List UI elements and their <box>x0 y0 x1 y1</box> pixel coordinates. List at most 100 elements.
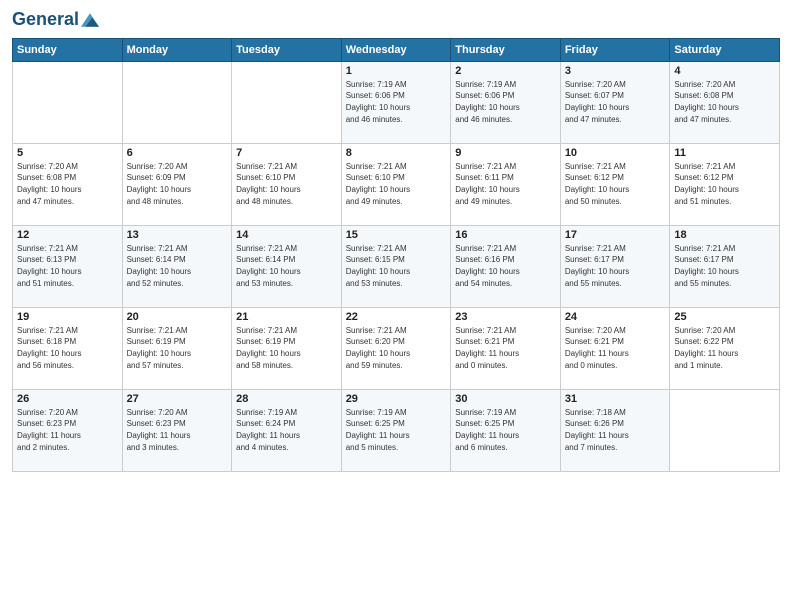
calendar-cell: 16 Sunrise: 7:21 AM Sunset: 6:16 PM Dayli… <box>451 225 561 307</box>
calendar-cell: 2Sunrise: 7:19 AM Sunset: 6:06 PM Daylig… <box>451 61 561 143</box>
calendar-week-1: 1 Sunrise: 7:19 AM Sunset: 6:06 PM Daylig… <box>13 61 780 143</box>
day-info: Sunrise: 7:21 AM Sunset: 6:19 PM Dayligh… <box>236 325 337 371</box>
day-info: Sunrise: 7:21 AM Sunset: 6:18 PM Dayligh… <box>17 325 118 371</box>
day-number: 1 <box>346 65 447 77</box>
calendar-table: SundayMondayTuesdayWednesdayThursdayFrid… <box>12 38 780 472</box>
calendar-cell: 20 Sunrise: 7:21 AM Sunset: 6:19 PM Dayli… <box>122 307 232 389</box>
day-info: Sunrise: 7:20 AM Sunset: 6:21 PM Dayligh… <box>565 325 666 371</box>
column-header-wednesday: Wednesday <box>341 38 451 61</box>
calendar-cell: 21Sunrise: 7:21 AM Sunset: 6:19 PM Dayli… <box>232 307 342 389</box>
calendar-cell: 4 Sunrise: 7:20 AM Sunset: 6:08 PM Daylig… <box>670 61 780 143</box>
calendar-cell: 8 Sunrise: 7:21 AM Sunset: 6:10 PM Daylig… <box>341 143 451 225</box>
day-info: Sunrise: 7:20 AM Sunset: 6:09 PM Dayligh… <box>127 161 228 207</box>
calendar-cell: 5 Sunrise: 7:20 AM Sunset: 6:08 PM Daylig… <box>13 143 123 225</box>
day-info: Sunrise: 7:19 AM Sunset: 6:25 PM Dayligh… <box>455 407 556 453</box>
calendar-cell: 19 Sunrise: 7:21 AM Sunset: 6:18 PM Dayli… <box>13 307 123 389</box>
calendar-cell: 6 Sunrise: 7:20 AM Sunset: 6:09 PM Daylig… <box>122 143 232 225</box>
day-number: 3 <box>565 65 666 77</box>
day-number: 23 <box>455 311 556 323</box>
day-number: 29 <box>346 393 447 405</box>
day-number: 11 <box>674 147 775 159</box>
calendar-cell <box>122 61 232 143</box>
day-info: Sunrise: 7:21 AM Sunset: 6:17 PM Dayligh… <box>674 243 775 289</box>
calendar-cell: 1 Sunrise: 7:19 AM Sunset: 6:06 PM Daylig… <box>341 61 451 143</box>
column-header-tuesday: Tuesday <box>232 38 342 61</box>
calendar-cell: 7 Sunrise: 7:21 AM Sunset: 6:10 PM Daylig… <box>232 143 342 225</box>
day-info: Sunrise: 7:19 AM Sunset: 6:06 PM Dayligh… <box>346 79 447 125</box>
logo: General <box>12 10 99 30</box>
page-header: General <box>12 10 780 30</box>
calendar-cell: 26Sunrise: 7:20 AM Sunset: 6:23 PM Dayli… <box>13 389 123 471</box>
calendar-cell: 22 Sunrise: 7:21 AM Sunset: 6:20 PM Dayli… <box>341 307 451 389</box>
day-number: 5 <box>17 147 118 159</box>
day-number: 20 <box>127 311 228 323</box>
calendar-cell <box>670 389 780 471</box>
calendar-cell: 14Sunrise: 7:21 AM Sunset: 6:14 PM Dayli… <box>232 225 342 307</box>
calendar-week-4: 19 Sunrise: 7:21 AM Sunset: 6:18 PM Dayli… <box>13 307 780 389</box>
day-number: 12 <box>17 229 118 241</box>
calendar-week-3: 12 Sunrise: 7:21 AM Sunset: 6:13 PM Dayli… <box>13 225 780 307</box>
calendar-cell: 10 Sunrise: 7:21 AM Sunset: 6:12 PM Dayli… <box>560 143 670 225</box>
day-number: 10 <box>565 147 666 159</box>
page-container: General SundayMondayTuesdayWednesdayThur… <box>0 0 792 480</box>
calendar-cell <box>232 61 342 143</box>
day-info: Sunrise: 7:21 AM Sunset: 6:12 PM Dayligh… <box>565 161 666 207</box>
calendar-cell: 15 Sunrise: 7:21 AM Sunset: 6:15 PM Dayli… <box>341 225 451 307</box>
day-info: Sunrise: 7:21 AM Sunset: 6:15 PM Dayligh… <box>346 243 447 289</box>
day-number: 28 <box>236 393 337 405</box>
day-number: 2 <box>455 65 556 77</box>
calendar-cell: 13 Sunrise: 7:21 AM Sunset: 6:14 PM Dayli… <box>122 225 232 307</box>
day-info: Sunrise: 7:21 AM Sunset: 6:10 PM Dayligh… <box>346 161 447 207</box>
day-info: Sunrise: 7:21 AM Sunset: 6:19 PM Dayligh… <box>127 325 228 371</box>
column-header-thursday: Thursday <box>451 38 561 61</box>
calendar-cell: 23 Sunrise: 7:21 AM Sunset: 6:21 PM Dayli… <box>451 307 561 389</box>
day-number: 31 <box>565 393 666 405</box>
day-info: Sunrise: 7:21 AM Sunset: 6:13 PM Dayligh… <box>17 243 118 289</box>
day-info: Sunrise: 7:21 AM Sunset: 6:12 PM Dayligh… <box>674 161 775 207</box>
calendar-cell: 30Sunrise: 7:19 AM Sunset: 6:25 PM Dayli… <box>451 389 561 471</box>
calendar-cell: 17Sunrise: 7:21 AM Sunset: 6:17 PM Dayli… <box>560 225 670 307</box>
calendar-cell: 9 Sunrise: 7:21 AM Sunset: 6:11 PM Daylig… <box>451 143 561 225</box>
calendar-cell: 31Sunrise: 7:18 AM Sunset: 6:26 PM Dayli… <box>560 389 670 471</box>
calendar-cell: 12 Sunrise: 7:21 AM Sunset: 6:13 PM Dayli… <box>13 225 123 307</box>
day-info: Sunrise: 7:21 AM Sunset: 6:20 PM Dayligh… <box>346 325 447 371</box>
day-number: 4 <box>674 65 775 77</box>
day-info: Sunrise: 7:21 AM Sunset: 6:11 PM Dayligh… <box>455 161 556 207</box>
logo-text: General <box>12 10 79 30</box>
day-number: 7 <box>236 147 337 159</box>
day-info: Sunrise: 7:19 AM Sunset: 6:25 PM Dayligh… <box>346 407 447 453</box>
day-number: 18 <box>674 229 775 241</box>
calendar-cell: 24 Sunrise: 7:20 AM Sunset: 6:21 PM Dayli… <box>560 307 670 389</box>
day-number: 19 <box>17 311 118 323</box>
calendar-cell: 27 Sunrise: 7:20 AM Sunset: 6:23 PM Dayli… <box>122 389 232 471</box>
day-info: Sunrise: 7:20 AM Sunset: 6:23 PM Dayligh… <box>127 407 228 453</box>
day-number: 6 <box>127 147 228 159</box>
day-number: 9 <box>455 147 556 159</box>
day-info: Sunrise: 7:20 AM Sunset: 6:08 PM Dayligh… <box>674 79 775 125</box>
day-number: 13 <box>127 229 228 241</box>
column-header-monday: Monday <box>122 38 232 61</box>
day-info: Sunrise: 7:20 AM Sunset: 6:22 PM Dayligh… <box>674 325 775 371</box>
logo-icon <box>81 11 99 29</box>
calendar-cell: 28 Sunrise: 7:19 AM Sunset: 6:24 PM Dayli… <box>232 389 342 471</box>
day-number: 8 <box>346 147 447 159</box>
day-number: 22 <box>346 311 447 323</box>
calendar-cell: 29 Sunrise: 7:19 AM Sunset: 6:25 PM Dayli… <box>341 389 451 471</box>
day-info: Sunrise: 7:21 AM Sunset: 6:10 PM Dayligh… <box>236 161 337 207</box>
day-info: Sunrise: 7:20 AM Sunset: 6:07 PM Dayligh… <box>565 79 666 125</box>
day-number: 27 <box>127 393 228 405</box>
day-number: 17 <box>565 229 666 241</box>
calendar-cell: 25Sunrise: 7:20 AM Sunset: 6:22 PM Dayli… <box>670 307 780 389</box>
column-header-saturday: Saturday <box>670 38 780 61</box>
day-info: Sunrise: 7:20 AM Sunset: 6:08 PM Dayligh… <box>17 161 118 207</box>
calendar-week-5: 26Sunrise: 7:20 AM Sunset: 6:23 PM Dayli… <box>13 389 780 471</box>
calendar-cell: 11 Sunrise: 7:21 AM Sunset: 6:12 PM Dayli… <box>670 143 780 225</box>
day-number: 16 <box>455 229 556 241</box>
day-info: Sunrise: 7:21 AM Sunset: 6:21 PM Dayligh… <box>455 325 556 371</box>
day-info: Sunrise: 7:19 AM Sunset: 6:24 PM Dayligh… <box>236 407 337 453</box>
calendar-cell: 3 Sunrise: 7:20 AM Sunset: 6:07 PM Daylig… <box>560 61 670 143</box>
day-number: 24 <box>565 311 666 323</box>
day-number: 15 <box>346 229 447 241</box>
day-info: Sunrise: 7:21 AM Sunset: 6:14 PM Dayligh… <box>127 243 228 289</box>
day-info: Sunrise: 7:21 AM Sunset: 6:16 PM Dayligh… <box>455 243 556 289</box>
